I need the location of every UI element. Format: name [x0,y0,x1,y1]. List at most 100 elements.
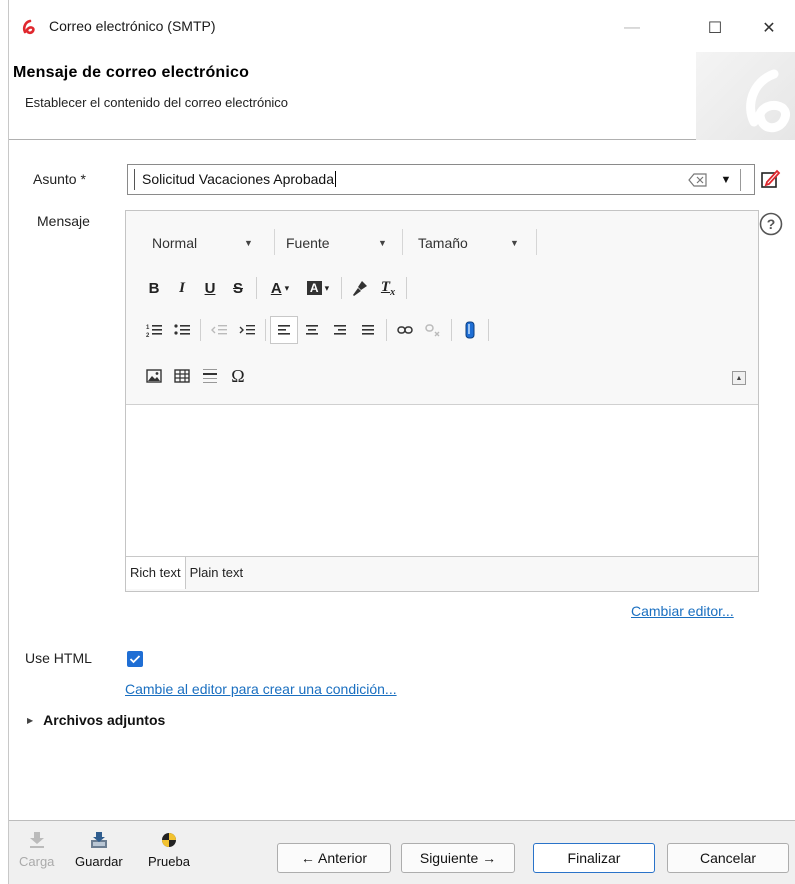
chevron-down-icon: ▼ [244,238,253,248]
align-left-button[interactable] [270,316,298,344]
outdent-icon [211,325,227,335]
message-label: Mensaje [37,213,90,229]
brand-watermark-icon [696,52,795,140]
attachments-expander[interactable]: ▶ Archivos adjuntos [27,712,165,728]
tab-rich-text[interactable]: Rich text [126,557,186,589]
chevron-down-icon: ▼ [378,238,387,248]
font-select[interactable]: Fuente ▼ [286,231,396,255]
numbered-list-icon: 12 [146,325,162,338]
text-color-icon: A [270,279,282,297]
font-select-value: Fuente [286,235,330,251]
page-subtitle: Establecer el contenido del correo elect… [25,95,289,110]
load-button[interactable]: Carga [19,829,54,879]
text-color-button[interactable]: A ▾ [261,274,299,302]
finish-button[interactable]: Finalizar [533,843,655,873]
subject-input[interactable]: Solicitud Vacaciones Aprobada ▼ [127,164,755,195]
cancel-button[interactable]: Cancelar [667,843,789,873]
justify-button[interactable] [354,316,382,344]
dialog-footer: Carga Guardar Prueba ← Anterior Siguient… [9,820,795,884]
svg-text:?: ? [767,216,776,232]
expand-arrow-icon: ▶ [27,715,34,725]
chevron-down-icon: ▼ [510,238,519,248]
italic-button[interactable]: I [168,274,196,302]
remove-format-icon: Tx [380,278,396,298]
numbered-list-button[interactable]: 12 [140,316,168,344]
bullet-list-icon [174,324,190,335]
increase-indent-button[interactable] [233,316,261,344]
minimize-button[interactable]: — [609,10,655,46]
omega-icon: Ω [231,365,245,386]
save-icon [90,829,108,851]
chevron-down-icon: ▾ [284,282,290,293]
svg-text:2: 2 [146,333,150,338]
divider [265,319,266,341]
tab-plain-text[interactable]: Plain text [186,557,247,589]
insert-toolbar-row: Ω [140,361,252,391]
collapse-toolbar-icon[interactable]: ▲ [732,371,746,385]
subject-input-value: Solicitud Vacaciones Aprobada [142,171,334,187]
clear-icon[interactable] [684,171,712,189]
justify-icon [362,325,374,335]
insert-image-button[interactable] [140,362,168,390]
horizontal-line-button[interactable] [196,362,224,390]
decrease-indent-button[interactable] [205,316,233,344]
close-button[interactable]: ✕ [746,10,792,46]
database-icon [465,321,475,339]
checkmark-icon [129,655,141,664]
insert-table-button[interactable] [168,362,196,390]
save-button[interactable]: Guardar [75,829,123,879]
maximize-button[interactable]: ☐ [692,10,738,46]
background-color-button[interactable]: A ▾ [299,274,337,302]
bullet-list-button[interactable] [168,316,196,344]
help-icon[interactable]: ? [759,212,783,236]
special-char-button[interactable]: Ω [224,362,252,390]
previous-button[interactable]: ← Anterior [277,843,391,873]
dropdown-arrow-icon[interactable]: ▼ [718,172,734,188]
link-icon [397,326,413,334]
bold-button[interactable]: B [140,274,168,302]
divider [402,229,403,255]
rich-text-editor: Normal ▼ Fuente ▼ Tamaño ▼ B I U S A ▾ A… [125,210,759,592]
next-button[interactable]: Siguiente → [401,843,515,873]
copy-formatting-button[interactable] [346,274,374,302]
use-html-checkbox[interactable] [127,651,143,667]
align-center-button[interactable] [298,316,326,344]
divider [406,277,407,299]
editor-toolbar: Normal ▼ Fuente ▼ Tamaño ▼ B I U S A ▾ A… [126,211,758,405]
placeholder-button[interactable] [456,316,484,344]
remove-format-button[interactable]: Tx [374,274,402,302]
load-label: Carga [19,854,55,869]
size-select-value: Tamaño [418,235,468,251]
divider [341,277,342,299]
test-button[interactable]: Prueba [148,829,190,879]
test-label: Prueba [148,854,190,869]
svg-text:1: 1 [146,325,150,331]
unlink-button[interactable] [419,316,447,344]
editor-tabs: Rich text Plain text [126,557,247,591]
size-select[interactable]: Tamaño ▼ [418,231,528,255]
window-title: Correo electrónico (SMTP) [49,18,216,34]
load-icon [28,829,46,851]
table-icon [174,369,190,383]
paragraph-toolbar-row: 12 [140,315,493,345]
strikethrough-button[interactable]: S [224,274,252,302]
page-title: Mensaje de correo electrónico [13,64,250,81]
subject-label: Asunto * [33,171,86,187]
condition-editor-link[interactable]: Cambie al editor para crear una condició… [125,681,397,697]
unlink-icon [425,324,440,337]
edit-icon[interactable] [759,168,781,190]
horizontal-line-icon [203,369,217,383]
underline-button[interactable]: U [196,274,224,302]
link-button[interactable] [391,316,419,344]
editor-content-area[interactable] [126,405,758,557]
align-center-icon [306,325,318,335]
title-bar: Correo electrónico (SMTP) — ☐ ✕ [9,0,795,52]
test-icon [160,829,178,851]
change-editor-link[interactable]: Cambiar editor... [631,603,734,619]
align-right-button[interactable] [326,316,354,344]
background-color-icon: A [306,281,322,295]
app-logo-icon [22,19,35,35]
align-left-icon [278,325,290,335]
format-select[interactable]: Normal ▼ [152,231,262,255]
dialog-window: Correo electrónico (SMTP) — ☐ ✕ Mensaje … [8,0,795,884]
